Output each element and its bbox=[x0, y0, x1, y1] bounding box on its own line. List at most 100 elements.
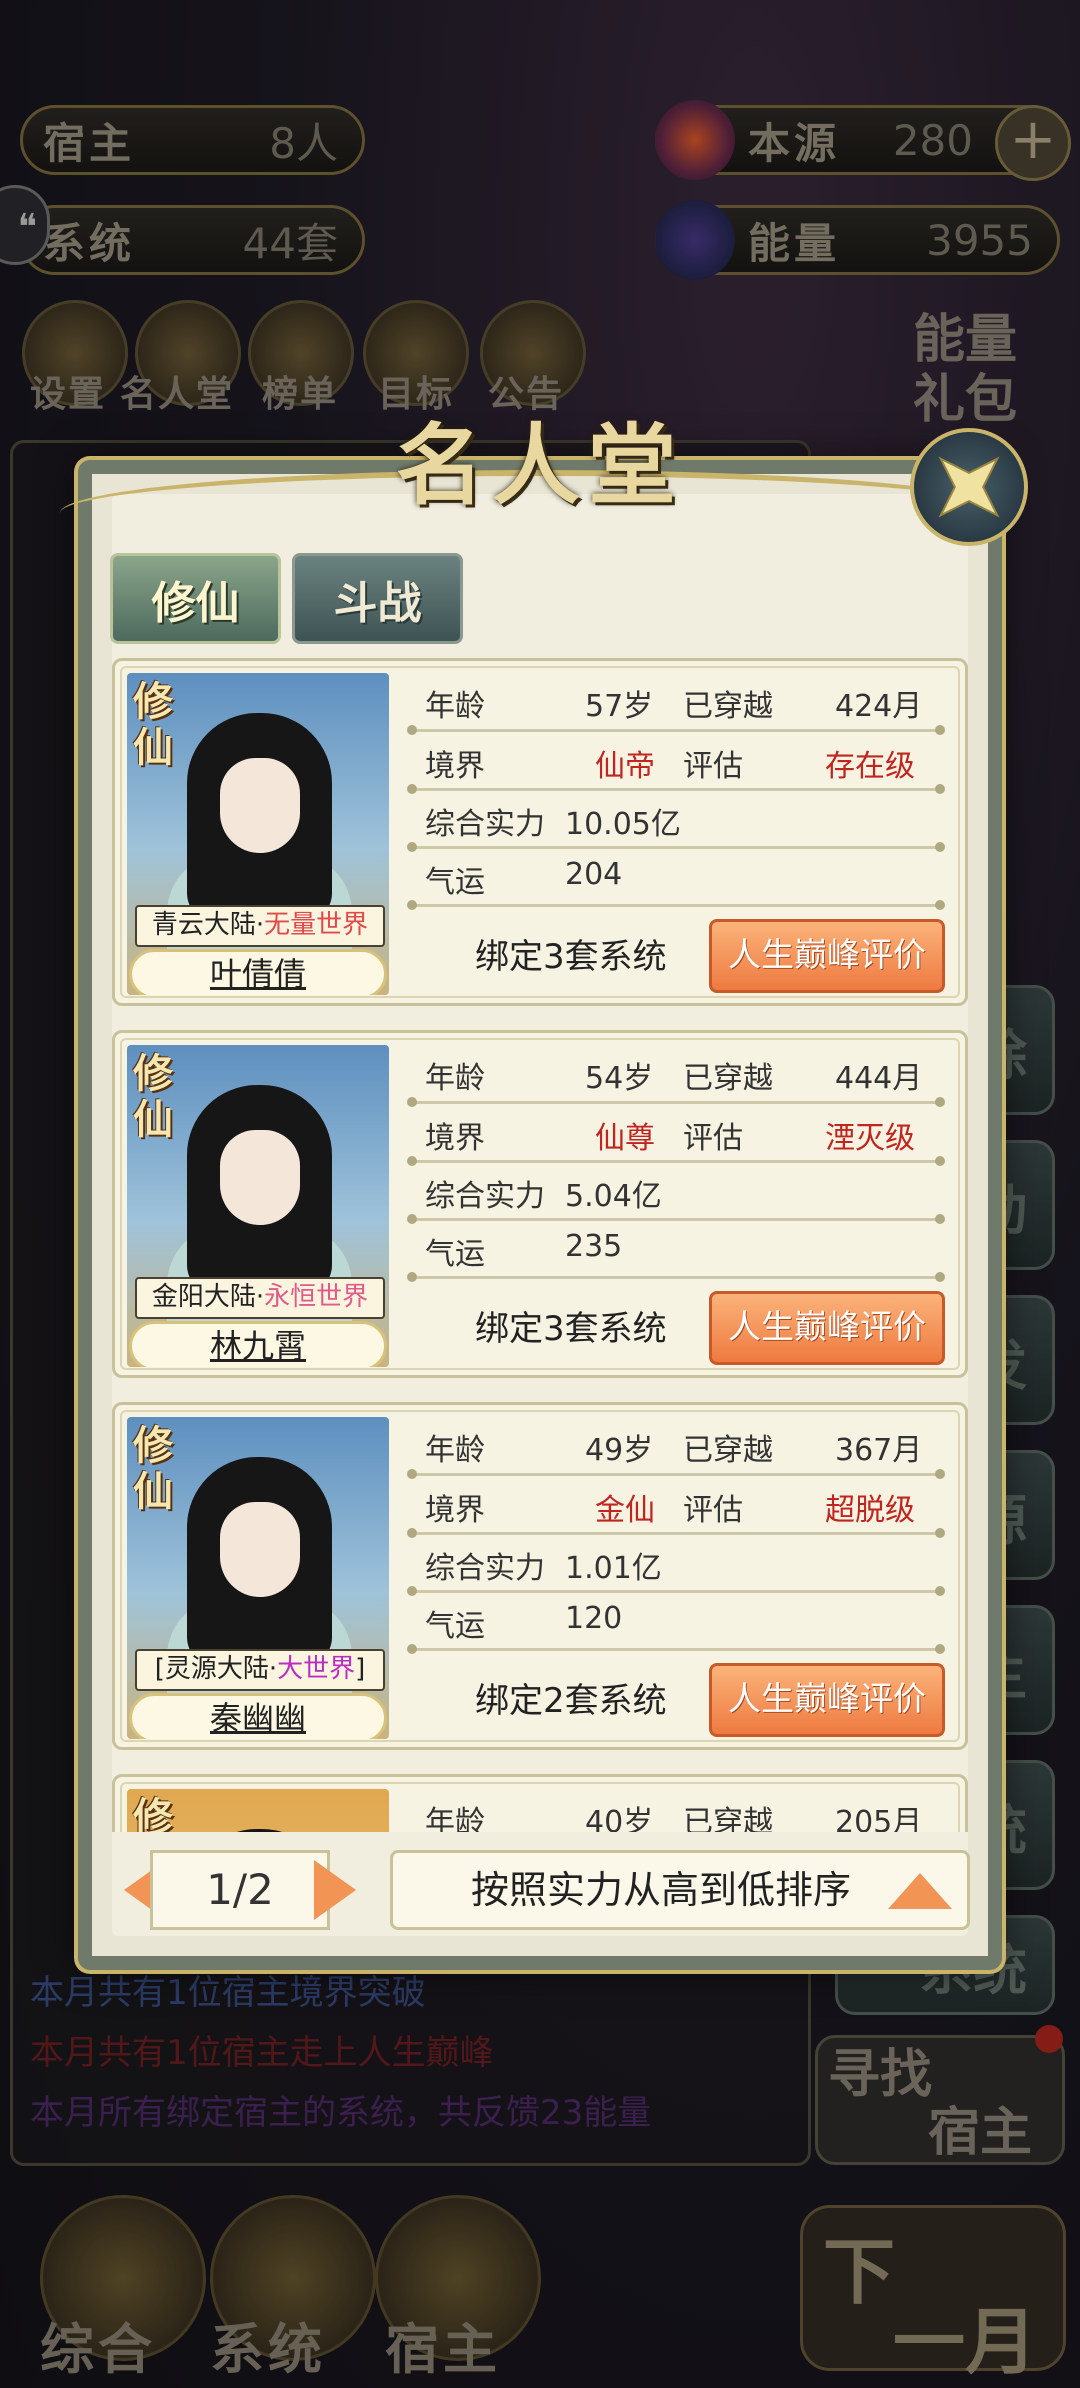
bound-systems: 绑定2套系统 bbox=[475, 1681, 667, 1721]
age-label: 年龄 bbox=[425, 1805, 485, 1832]
age-value: 40岁 bbox=[585, 1805, 654, 1832]
tab-cultivate[interactable]: 修仙 bbox=[110, 553, 281, 644]
nav-settings-label: 设置 bbox=[30, 374, 107, 415]
host-card: 修仙 金阳大陆·永恒世界 林九霄 年龄 54岁 已穿越 444月 境界 仙尊 评… bbox=[112, 1030, 968, 1378]
system-label: 系统 bbox=[43, 218, 136, 268]
assessment-value: 湮灭级 bbox=[825, 1121, 915, 1156]
traveled-label: 已穿越 bbox=[683, 1433, 773, 1468]
host-name[interactable]: 林九霄 bbox=[129, 1321, 387, 1367]
host-name[interactable]: 秦幽幽 bbox=[129, 1693, 387, 1739]
power-value: 10.05亿 bbox=[565, 807, 681, 842]
host-portrait[interactable]: 修仙 [灵源大陆·大世界] 秦幽幽 bbox=[127, 1417, 389, 1739]
next-month-line2: 一月 bbox=[893, 2300, 1038, 2384]
age-value: 54岁 bbox=[585, 1061, 654, 1096]
stat-system: 系统 44套 bbox=[20, 205, 365, 275]
peak-evaluation-button[interactable]: 人生巅峰评价 bbox=[709, 1663, 945, 1737]
host-world: 青云大陆·无量世界 bbox=[135, 905, 385, 947]
host-value: 8人 bbox=[269, 118, 338, 168]
realm-label: 境界 bbox=[425, 749, 485, 784]
sort-ascending-icon bbox=[888, 1873, 952, 1909]
host-tag: 修仙 bbox=[133, 1422, 173, 1515]
energy-gift-button[interactable]: 能量 礼包 bbox=[905, 310, 1025, 430]
age-label: 年龄 bbox=[425, 1061, 485, 1096]
power-label: 综合实力 bbox=[425, 1551, 545, 1586]
luck-value: 204 bbox=[565, 857, 623, 892]
stat-host: 宿主 8人 bbox=[20, 105, 365, 175]
power-label: 综合实力 bbox=[425, 807, 545, 842]
world-type: 大世界 bbox=[277, 1654, 356, 1684]
peak-evaluation-button[interactable]: 人生巅峰评价 bbox=[709, 919, 945, 993]
energy-orb-icon bbox=[655, 200, 735, 280]
realm-value: 金仙 bbox=[595, 1493, 655, 1528]
assessment-value: 存在级 bbox=[825, 749, 915, 784]
search-host-button[interactable]: 寻找 宿主 bbox=[815, 2035, 1065, 2165]
energy-gift-line1: 能量 bbox=[912, 310, 1017, 370]
traveled-value: 367月 bbox=[835, 1433, 923, 1468]
next-month-button[interactable]: 下 一月 bbox=[800, 2205, 1066, 2384]
host-tag: 修仙 bbox=[133, 1050, 173, 1143]
traveled-label: 已穿越 bbox=[683, 689, 773, 724]
host-name[interactable]: 叶倩倩 bbox=[129, 949, 387, 995]
modal-title-wrap: 名人堂 bbox=[300, 395, 780, 517]
notification-dot bbox=[1035, 2025, 1063, 2053]
luck-label: 气运 bbox=[425, 1237, 485, 1272]
host-portrait[interactable]: 修仙 青云大陆·无量世界 叶倩倩 bbox=[127, 673, 389, 995]
log-line: 本月共有1位宿主走上人生巅峰 bbox=[30, 2033, 494, 2073]
power-label: 综合实力 bbox=[425, 1179, 545, 1214]
world-main: [灵源大陆· bbox=[154, 1654, 278, 1684]
next-page-icon[interactable] bbox=[314, 1860, 356, 1920]
age-value: 49岁 bbox=[585, 1433, 654, 1468]
assessment-label: 评估 bbox=[683, 1121, 743, 1156]
traveled-value: 444月 bbox=[835, 1061, 923, 1096]
power-value: 1.01亿 bbox=[565, 1551, 662, 1586]
energy-label: 能量 bbox=[748, 218, 841, 268]
source-orb-icon bbox=[655, 100, 735, 180]
luck-value: 235 bbox=[565, 1229, 623, 1264]
close-star-icon bbox=[938, 456, 1000, 518]
luck-label: 气运 bbox=[425, 1609, 485, 1644]
assessment-value: 超脱级 bbox=[825, 1493, 915, 1528]
host-card: 修仙 [灵源大陆·大世界] 秦幽幽 年龄 49岁 已穿越 367月 境界 金仙 … bbox=[112, 1402, 968, 1750]
realm-value: 仙尊 bbox=[595, 1121, 655, 1156]
world-type: 永恒世界 bbox=[264, 1282, 369, 1312]
pagination: 1/2 bbox=[110, 1850, 370, 1930]
close-button[interactable] bbox=[910, 428, 1028, 546]
peak-evaluation-button[interactable]: 人生巅峰评价 bbox=[709, 1291, 945, 1365]
bottom-general-label[interactable]: 综合 bbox=[40, 2305, 156, 2384]
bound-systems: 绑定3套系统 bbox=[475, 1309, 667, 1349]
host-portrait[interactable]: 修仙 金阳大陆·永恒世界 林九霄 bbox=[127, 1045, 389, 1367]
sort-button[interactable]: 按照实力从高到低排序 bbox=[390, 1850, 970, 1930]
modal-title: 名人堂 bbox=[395, 413, 684, 517]
age-label: 年龄 bbox=[425, 689, 485, 724]
next-month-line1: 下 bbox=[823, 2230, 896, 2314]
host-portrait[interactable]: 修 bbox=[127, 1789, 389, 1832]
traveled-value: 424月 bbox=[835, 689, 923, 724]
age-label: 年龄 bbox=[425, 1433, 485, 1468]
world-end: ] bbox=[355, 1654, 366, 1684]
age-value: 57岁 bbox=[585, 689, 654, 724]
source-label: 本源 bbox=[748, 118, 841, 168]
host-tag: 修仙 bbox=[133, 678, 173, 771]
energy-value: 3955 bbox=[926, 215, 1033, 265]
log-line: 本月共有1位宿主境界突破 bbox=[30, 1973, 426, 2013]
host-card: 修仙 青云大陆·无量世界 叶倩倩 年龄 57岁 已穿越 424月 境界 仙帝 评… bbox=[112, 658, 968, 1006]
assessment-label: 评估 bbox=[683, 1493, 743, 1528]
host-list[interactable]: 修仙 青云大陆·无量世界 叶倩倩 年龄 57岁 已穿越 424月 境界 仙帝 评… bbox=[106, 650, 976, 1832]
world-type: 无量世界 bbox=[264, 910, 369, 940]
sort-label: 按照实力从高到低排序 bbox=[471, 1868, 852, 1912]
traveled-label: 已穿越 bbox=[683, 1061, 773, 1096]
page-indicator: 1/2 bbox=[150, 1850, 330, 1930]
bottom-system-label[interactable]: 系统 bbox=[210, 2305, 326, 2384]
add-source-button[interactable]: + bbox=[995, 105, 1071, 181]
world-main: 青云大陆· bbox=[151, 910, 265, 940]
search-host-line2: 宿主 bbox=[928, 2103, 1033, 2163]
assessment-label: 评估 bbox=[683, 749, 743, 784]
host-world: 金阳大陆·永恒世界 bbox=[135, 1277, 385, 1319]
realm-value: 仙帝 bbox=[595, 749, 655, 784]
realm-label: 境界 bbox=[425, 1121, 485, 1156]
tab-battle[interactable]: 斗战 bbox=[292, 553, 463, 644]
bottom-host-label[interactable]: 宿主 bbox=[385, 2305, 501, 2384]
source-value: 280 bbox=[892, 115, 973, 165]
host-label: 宿主 bbox=[43, 118, 136, 168]
log-line: 本月所有绑定宿主的系统，共反馈23能量 bbox=[30, 2093, 652, 2133]
